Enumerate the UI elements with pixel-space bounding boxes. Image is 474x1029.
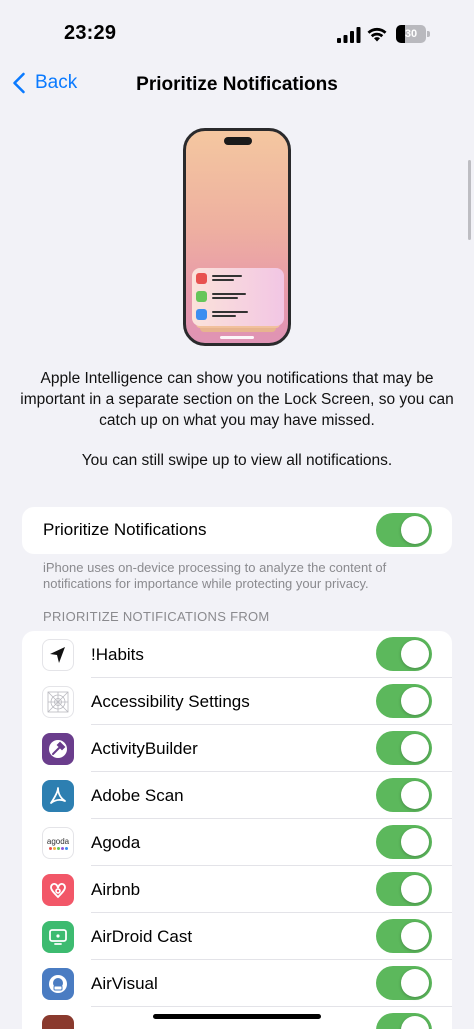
agoda-toggle[interactable]: [376, 825, 432, 859]
adobe-scan-toggle[interactable]: [376, 778, 432, 812]
app-label: !Habits: [91, 645, 144, 664]
app-row-accessibility-settings: Accessibility Settings: [22, 678, 452, 725]
swipe-hint-text: You can still swipe up to view all notif…: [81, 452, 393, 469]
airdroid-cast-toggle[interactable]: [376, 919, 432, 953]
prioritize-notifications-row: Prioritize Notifications: [22, 507, 452, 554]
adobe-scan-icon: [42, 780, 74, 812]
app-row-airdroid-cast: AirDroid Cast: [22, 913, 452, 960]
app-row-activitybuilder: ActivityBuilder: [22, 725, 452, 772]
app-row-airbnb: Airbnb: [22, 866, 452, 913]
app-label: Airbnb: [91, 880, 141, 899]
agoda-icon: agoda: [42, 827, 74, 859]
description-text: Apple Intelligence can show you notifica…: [20, 370, 454, 429]
activitybuilder-toggle[interactable]: [376, 731, 432, 765]
app-label: AirDroid Cast: [91, 927, 193, 946]
app-row-airvisual: AirVisual: [22, 960, 452, 1007]
phone-illustration: [183, 128, 291, 346]
agoda-wordmark: agoda: [46, 836, 70, 846]
status-bar: 23:29 30: [0, 0, 474, 66]
airbnb-toggle[interactable]: [376, 872, 432, 906]
airdroid-cast-icon: [42, 921, 74, 953]
accessibility-settings-toggle[interactable]: [376, 684, 432, 718]
habits-toggle[interactable]: [376, 637, 432, 671]
app-label: Agoda: [91, 833, 141, 852]
partial-app-toggle[interactable]: [376, 1013, 432, 1029]
activitybuilder-icon: [42, 733, 74, 765]
notification-stack-illustration: [192, 268, 284, 332]
app-label: Adobe Scan: [91, 786, 184, 805]
app-label: ActivityBuilder: [91, 739, 198, 758]
battery-percentage: 30: [404, 28, 418, 40]
prioritize-notifications-toggle[interactable]: [376, 513, 432, 547]
privacy-footnote: iPhone uses on-device processing to anal…: [43, 560, 387, 591]
airvisual-icon: [42, 968, 74, 1000]
app-row-adobe-scan: Adobe Scan: [22, 772, 452, 819]
page-title: Prioritize Notifications: [136, 74, 338, 95]
prioritize-notifications-label: Prioritize Notifications: [43, 520, 207, 539]
navigation-bar: Back Prioritize Notifications: [0, 66, 474, 106]
habits-icon: [42, 639, 74, 671]
status-time: 23:29: [64, 22, 117, 44]
app-list: !Habits Accessibility Settings ActivityB…: [22, 631, 452, 1029]
scroll-indicator: [468, 160, 471, 240]
app-row-habits: !Habits: [22, 631, 452, 678]
app-label: AirVisual: [91, 974, 158, 993]
accessibility-settings-icon: [42, 686, 74, 718]
airbnb-icon: [42, 874, 74, 906]
cellular-signal-icon: [337, 27, 361, 43]
app-label: Accessibility Settings: [91, 692, 250, 711]
wifi-icon: [367, 27, 387, 42]
section-header: PRIORITIZE NOTIFICATIONS FROM: [43, 609, 270, 624]
battery-icon: 30: [396, 25, 430, 43]
app-icon: [42, 1015, 74, 1029]
app-row-agoda: agoda Agoda: [22, 819, 452, 866]
airvisual-toggle[interactable]: [376, 966, 432, 1000]
home-indicator: [153, 1014, 321, 1019]
